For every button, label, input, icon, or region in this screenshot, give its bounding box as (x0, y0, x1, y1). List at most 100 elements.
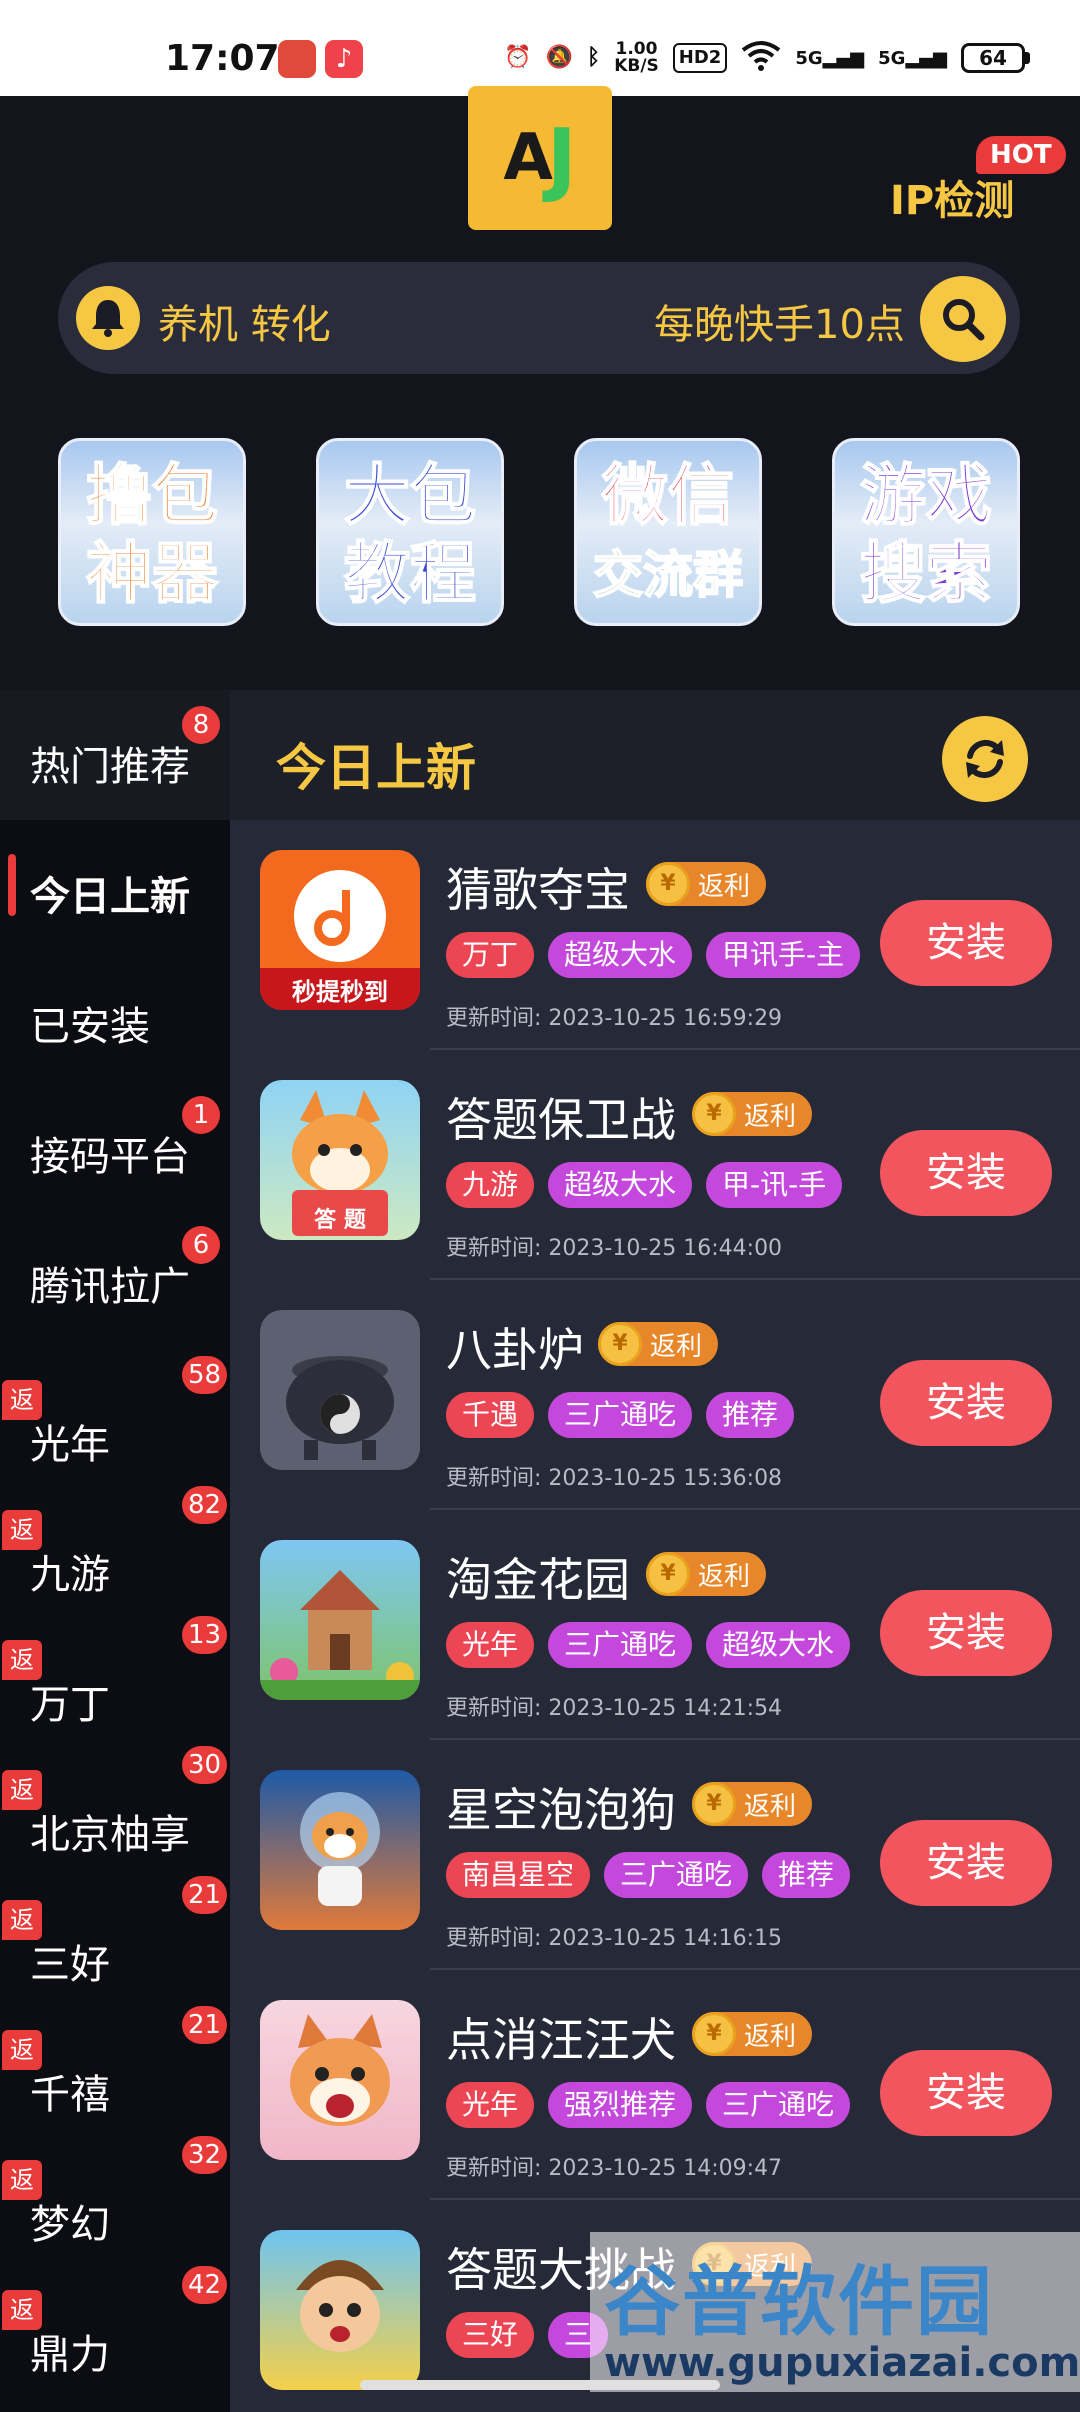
feature-tile-lubao[interactable]: 撸包 神器 (58, 438, 246, 626)
logo-letter-j: J (546, 111, 577, 205)
app-screen: 17:07 ♪ ⏰ 🔕 ᛒ 1.00 KB/S HD2 5G▂▄▆ 5G▂▄▆ 6… (0, 0, 1080, 2412)
tag: 甲-讯-手 (706, 1162, 843, 1208)
tag-list: 千遇 三广通吃 推荐 (446, 1392, 795, 1438)
coin-icon: ¥ (646, 862, 690, 906)
sidebar-item-qianxi[interactable]: 返 千禧 21 (0, 1990, 230, 2120)
app-card[interactable]: 八卦炉 ¥ 返利 千遇 三广通吃 推荐 更新时间: 2023-10-25 15:3… (230, 1280, 1080, 1510)
home-indicator[interactable] (360, 2380, 720, 2390)
notification-app-icon (278, 40, 316, 78)
ip-check-link[interactable]: IP检测 (890, 168, 1014, 226)
install-button[interactable]: 安装 (880, 2050, 1052, 2136)
feature-tile-tutorial-line1: 大包 (343, 457, 477, 534)
tag: 推荐 (762, 1852, 851, 1898)
notice-bar[interactable]: 养机 转化 每晚快手10点 (58, 262, 1020, 374)
sidebar-item-label: 梦幻 (30, 2202, 110, 2248)
count-badge: 8 (182, 706, 220, 744)
feature-tile-tutorial-line2: 教程 (343, 535, 477, 612)
music-app-icon: ♪ (325, 40, 363, 78)
feature-tile-search-line1: 游戏 (859, 457, 993, 534)
sidebar-item-label: 光年 (30, 1422, 110, 1468)
tag: 超级大水 (548, 1162, 693, 1208)
app-card[interactable]: 淘金花园 ¥ 返利 光年 三广通吃 超级大水 更新时间: 2023-10-25 1… (230, 1510, 1080, 1740)
update-time: 更新时间: 2023-10-25 15:36:08 (446, 1466, 783, 1491)
tag: 三广通吃 (548, 1622, 693, 1668)
signal-icon-1: 5G▂▄▆ (795, 47, 865, 69)
sidebar-item-tencent-ads[interactable]: 腾讯拉广 6 (0, 1210, 230, 1340)
app-name: 猜歌夺宝 (446, 863, 630, 917)
app-icon-puppy (260, 2000, 420, 2160)
install-button[interactable]: 安装 (880, 1130, 1052, 1216)
sidebar-item-new-today[interactable]: 今日上新 (0, 820, 230, 950)
update-time: 更新时间: 2023-10-25 14:16:15 (446, 1926, 783, 1951)
app-list-panel: 今日上新 秒提秒到 猜歌夺宝 ¥ 返利 万丁 超级大水 甲讯手-主 更新时间: … (230, 690, 1080, 2412)
app-name: 点消汪汪犬 (446, 2013, 676, 2067)
rebate-label: 返利 (650, 1331, 703, 1362)
app-name: 答题保卫战 (446, 1093, 676, 1147)
refresh-icon (966, 739, 1004, 779)
sidebar-item-dingli[interactable]: 返 鼎力 42 (0, 2250, 230, 2380)
tag: 南昌星空 (446, 1852, 591, 1898)
sidebar-item-sanhao[interactable]: 返 三好 21 (0, 1860, 230, 1990)
sidebar-item-label: 北京柚享 (30, 1812, 190, 1858)
feature-tile-wechat-line1: 微信 (601, 457, 735, 534)
mute-icon: 🔕 (545, 45, 573, 70)
tag: 光年 (446, 2082, 535, 2128)
sidebar-item-label: 接码平台 (30, 1134, 190, 1180)
app-name: 星空泡泡狗 (446, 1783, 676, 1837)
tag-list: 三好 三 (446, 2312, 609, 2358)
install-button[interactable]: 安装 (880, 1360, 1052, 1446)
sidebar-item-menghuan[interactable]: 返 梦幻 32 (0, 2120, 230, 2250)
feature-tile-wechat-group[interactable]: 微信 交流群 (574, 438, 762, 626)
coin-icon: ¥ (692, 1782, 736, 1826)
feature-tile-lubao-line2: 神器 (85, 535, 219, 612)
install-button[interactable]: 安装 (880, 1590, 1052, 1676)
coin-icon: ¥ (692, 1092, 736, 1136)
sidebar-item-wanding[interactable]: 返 万丁 13 (0, 1600, 230, 1730)
update-time: 更新时间: 2023-10-25 14:09:47 (446, 2156, 783, 2181)
app-card[interactable]: 星空泡泡狗 ¥ 返利 南昌星空 三广通吃 推荐 更新时间: 2023-10-25 … (230, 1740, 1080, 1970)
alarm-icon: ⏰ (504, 45, 532, 70)
sidebar-item-jiuyou[interactable]: 返 九游 82 (0, 1470, 230, 1600)
sidebar-item-installed[interactable]: 已安装 (0, 950, 230, 1080)
tag: 强烈推荐 (548, 2082, 693, 2128)
feature-tile-tutorial[interactable]: 大包 教程 (316, 438, 504, 626)
app-icon-cauldron (260, 1310, 420, 1470)
count-badge: 58 (182, 1356, 228, 1394)
app-card[interactable]: 秒提秒到 猜歌夺宝 ¥ 返利 万丁 超级大水 甲讯手-主 更新时间: 2023-1… (230, 820, 1080, 1050)
tag-list: 九游 超级大水 甲-讯-手 (446, 1162, 843, 1208)
watermark-title: 谷普软件园 (604, 2257, 994, 2346)
sidebar-item-sms-platform[interactable]: 接码平台 1 (0, 1080, 230, 1210)
tag: 推荐 (706, 1392, 795, 1438)
count-badge: 30 (182, 1746, 228, 1784)
tag-list: 光年 强烈推荐 三广通吃 (446, 2082, 851, 2128)
install-button[interactable]: 安装 (880, 900, 1052, 986)
refresh-button[interactable] (942, 716, 1028, 802)
update-time: 更新时间: 2023-10-25 14:21:54 (446, 1696, 783, 1721)
app-card[interactable]: 点消汪汪犬 ¥ 返利 光年 强烈推荐 三广通吃 更新时间: 2023-10-25 … (230, 1970, 1080, 2200)
search-button[interactable] (920, 276, 1006, 362)
rebate-tag: ¥ 返利 (692, 1782, 813, 1826)
icon-caption: 答 题 (314, 1208, 366, 1233)
app-card[interactable]: 答 题 答题保卫战 ¥ 返利 九游 超级大水 甲-讯-手 更新时间: 2023-1… (230, 1050, 1080, 1280)
tag: 三广通吃 (548, 1392, 693, 1438)
sidebar-item-label: 万丁 (30, 1682, 110, 1728)
app-icon-cartoon-boy (260, 2230, 420, 2390)
feature-tile-search-line2: 搜索 (859, 535, 993, 612)
rebate-label: 返利 (744, 2021, 797, 2052)
battery-level: 64 (961, 43, 1025, 73)
wifi-icon (741, 40, 781, 76)
sidebar-item-guangnian[interactable]: 返 光年 58 (0, 1340, 230, 1470)
watermark: 谷普软件园 www.gupuxiazai.com (590, 2232, 1080, 2392)
rebate-label: 返利 (698, 871, 751, 902)
tag: 三广通吃 (706, 2082, 851, 2128)
count-badge: 6 (182, 1226, 220, 1264)
install-button[interactable]: 安装 (880, 1820, 1052, 1906)
tag: 三好 (446, 2312, 535, 2358)
coin-icon: ¥ (692, 2012, 736, 2056)
feature-tile-game-search[interactable]: 游戏 搜索 (832, 438, 1020, 626)
sidebar-item-hot[interactable]: 热门推荐 8 (0, 690, 230, 820)
sidebar-item-beijing-youxiang[interactable]: 返 北京柚享 30 (0, 1730, 230, 1860)
tag: 三广通吃 (604, 1852, 749, 1898)
tag-list: 光年 三广通吃 超级大水 (446, 1622, 851, 1668)
rebate-tag: ¥ 返利 (692, 2012, 813, 2056)
